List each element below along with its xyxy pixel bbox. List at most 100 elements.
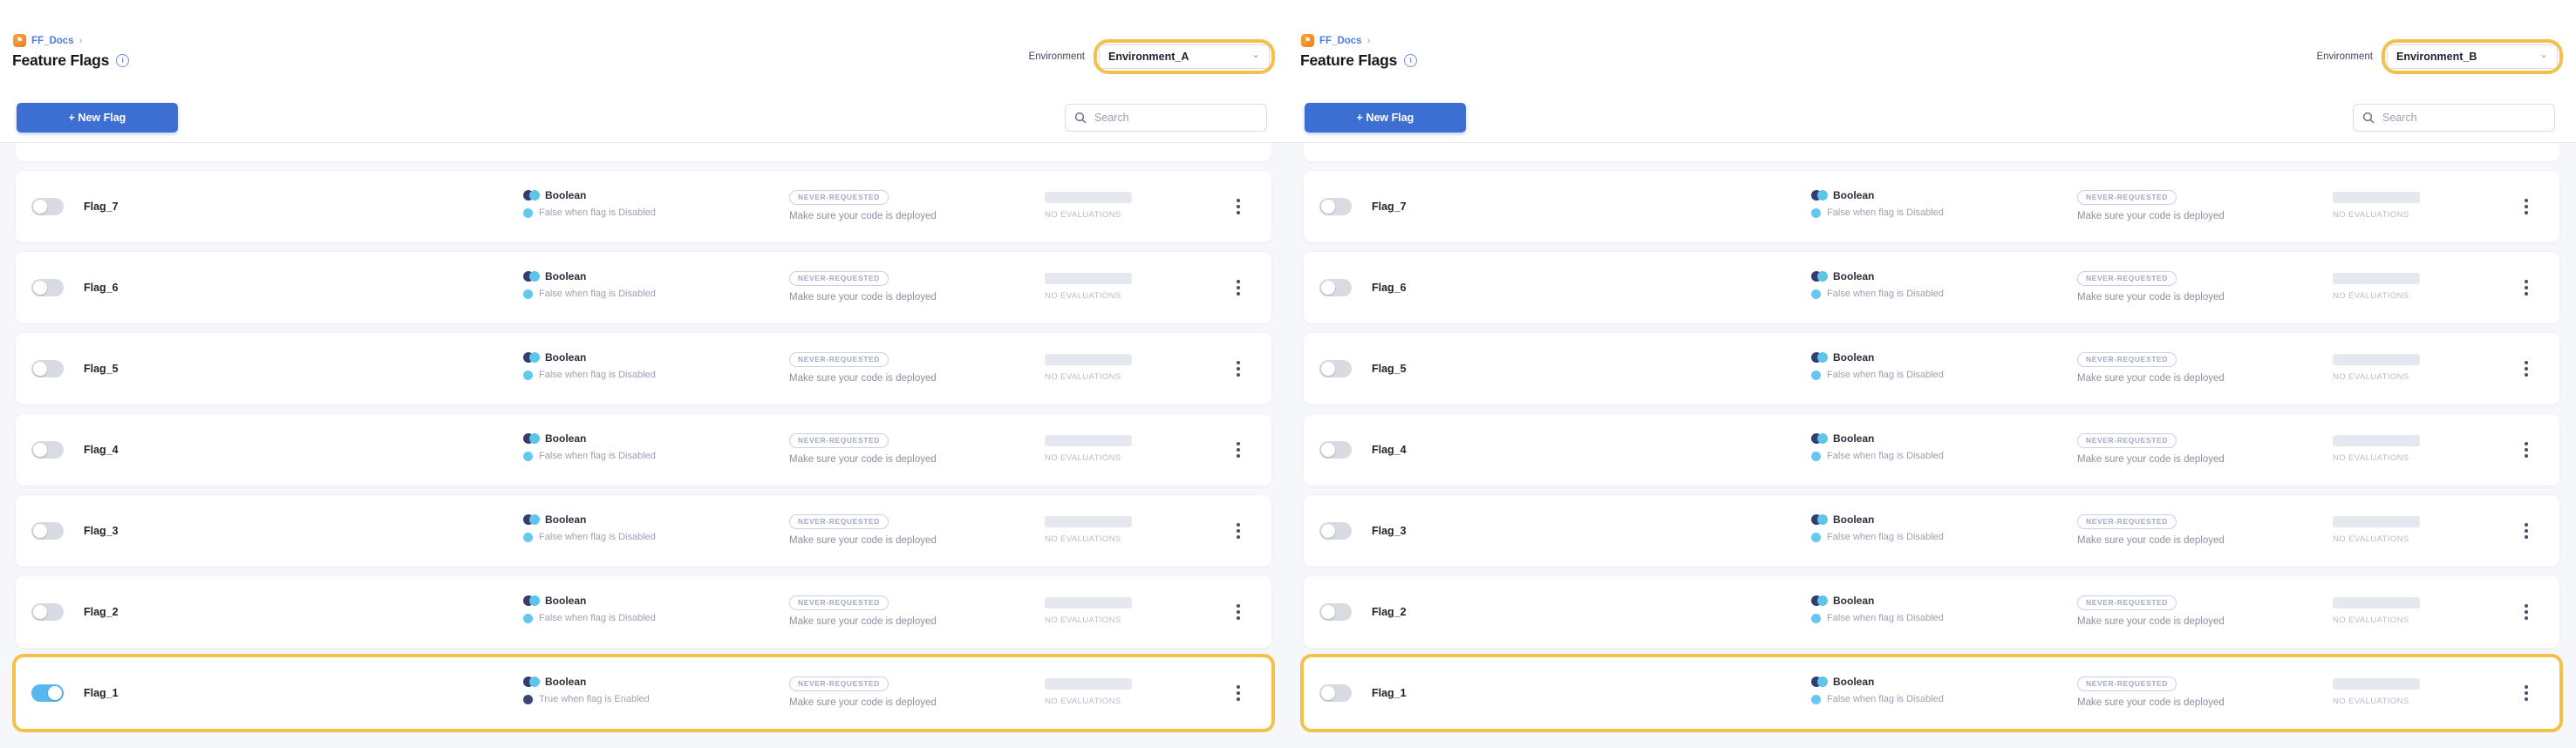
more-options-button[interactable]	[1231, 275, 1245, 300]
flag-type-column: Boolean False when flag is Disabled	[1811, 189, 1944, 218]
variation-dot-icon	[1811, 533, 1821, 542]
flag-name[interactable]: Flag_3	[1372, 525, 1407, 537]
boolean-type-icon	[1811, 271, 1828, 282]
flag-state-column: NEVER-REQUESTED Make sure your code is d…	[789, 188, 937, 221]
flag-name[interactable]: Flag_1	[1372, 687, 1407, 699]
more-options-button[interactable]	[2519, 438, 2533, 462]
partial-flag-row	[1304, 143, 2559, 161]
evaluations-placeholder-bar	[2333, 597, 2420, 609]
more-options-button[interactable]	[1231, 681, 1245, 705]
flag-toggle[interactable]	[1319, 684, 1352, 702]
flag-state-column: NEVER-REQUESTED Make sure your code is d…	[789, 432, 937, 465]
flag-status-label: False when flag is Disabled	[1827, 613, 1944, 623]
breadcrumb: ⚑ FF_Docs ›	[13, 34, 82, 47]
flag-toggle[interactable]	[1319, 522, 1352, 540]
flag-type-label: Boolean	[545, 595, 586, 607]
evaluations-placeholder-bar	[1045, 678, 1132, 690]
flag-name[interactable]: Flag_5	[84, 363, 119, 375]
more-options-button[interactable]	[1231, 438, 1245, 462]
new-flag-button[interactable]: + New Flag	[17, 103, 178, 133]
environment-select[interactable]: Environment_A ⌄	[1099, 44, 1270, 69]
flag-name[interactable]: Flag_3	[84, 525, 119, 537]
chevron-right-icon: ›	[1367, 36, 1371, 46]
flag-name[interactable]: Flag_1	[84, 687, 119, 699]
never-requested-badge: NEVER-REQUESTED	[789, 352, 889, 367]
variation-dot-icon	[1811, 371, 1821, 380]
boolean-type-icon	[1811, 514, 1828, 525]
flag-name[interactable]: Flag_6	[1372, 282, 1407, 294]
flag-type-column: Boolean False when flag is Disabled	[1811, 676, 1944, 704]
flag-name[interactable]: Flag_2	[84, 606, 119, 618]
flag-state-column: NEVER-REQUESTED Make sure your code is d…	[789, 269, 937, 303]
evaluations-column: NO EVALUATIONS	[2333, 354, 2420, 382]
flag-name[interactable]: Flag_4	[84, 444, 119, 456]
more-options-button[interactable]	[2519, 519, 2533, 543]
flag-toggle[interactable]	[31, 279, 64, 296]
more-options-button[interactable]	[2519, 681, 2533, 705]
never-requested-badge: NEVER-REQUESTED	[2077, 190, 2177, 205]
more-options-button[interactable]	[2519, 275, 2533, 300]
more-options-button[interactable]	[1231, 357, 1245, 381]
search-icon	[1074, 112, 1087, 124]
flag-type-column: Boolean False when flag is Disabled	[523, 513, 656, 542]
flag-toggle[interactable]	[1319, 279, 1352, 296]
flag-toggle[interactable]	[31, 360, 64, 377]
more-options-button[interactable]	[2519, 194, 2533, 219]
more-options-button[interactable]	[2519, 600, 2533, 624]
toggle-knob	[33, 200, 47, 214]
flag-toggle[interactable]	[1319, 360, 1352, 377]
flag-toggle[interactable]	[1319, 198, 1352, 215]
flag-name[interactable]: Flag_4	[1372, 444, 1407, 456]
evaluations-column: NO EVALUATIONS	[2333, 435, 2420, 463]
more-options-button[interactable]	[2519, 357, 2533, 381]
flag-name[interactable]: Flag_2	[1372, 606, 1407, 618]
search-input[interactable]	[2381, 111, 2545, 125]
feature-flags-panel: ⚑ FF_Docs › Feature Flags i Environment …	[1288, 0, 2576, 748]
flag-name[interactable]: Flag_7	[84, 201, 119, 213]
more-options-button[interactable]	[1231, 519, 1245, 543]
flag-toggle[interactable]	[31, 603, 64, 621]
evaluations-column: NO EVALUATIONS	[2333, 597, 2420, 625]
boolean-type-icon	[1811, 677, 1828, 687]
boolean-type-icon	[523, 433, 540, 444]
search-box[interactable]	[1065, 104, 1267, 132]
search-input[interactable]	[1093, 111, 1257, 125]
flag-status-label: False when flag is Disabled	[539, 370, 656, 380]
flag-type-label: Boolean	[545, 513, 586, 526]
deploy-hint-label: Make sure your code is deployed	[789, 535, 937, 546]
info-icon[interactable]: i	[1404, 54, 1417, 67]
never-requested-badge: NEVER-REQUESTED	[789, 433, 889, 448]
chevron-down-icon: ⌄	[1251, 50, 1260, 58]
flag-state-column: NEVER-REQUESTED Make sure your code is d…	[789, 350, 937, 384]
flag-toggle[interactable]	[1319, 441, 1352, 459]
environment-select[interactable]: Environment_B ⌄	[2387, 44, 2558, 69]
more-options-button[interactable]	[1231, 194, 1245, 219]
flag-type-label: Boolean	[1833, 189, 1874, 201]
breadcrumb-project-link[interactable]: FF_Docs	[31, 36, 74, 46]
breadcrumb-project-link[interactable]: FF_Docs	[1319, 36, 1362, 46]
flag-toggle[interactable]	[31, 441, 64, 459]
flag-name[interactable]: Flag_5	[1372, 363, 1407, 375]
flag-name[interactable]: Flag_7	[1372, 201, 1407, 213]
flag-toggle[interactable]	[31, 684, 64, 702]
flag-name[interactable]: Flag_6	[84, 282, 119, 294]
more-options-button[interactable]	[1231, 600, 1245, 624]
deploy-hint-label: Make sure your code is deployed	[789, 697, 937, 708]
flag-toggle[interactable]	[1319, 603, 1352, 621]
flag-toggle[interactable]	[31, 198, 64, 215]
flag-row: Flag_2 Boolean False when flag is Disabl…	[1304, 576, 2559, 648]
flag-type-label: Boolean	[1833, 676, 1874, 688]
boolean-type-icon	[523, 514, 540, 525]
flag-type-label: Boolean	[1833, 432, 1874, 445]
new-flag-button[interactable]: + New Flag	[1305, 103, 1466, 133]
flag-toggle[interactable]	[31, 522, 64, 540]
search-box[interactable]	[2353, 104, 2555, 132]
flag-type-label: Boolean	[545, 676, 586, 688]
flag-state-column: NEVER-REQUESTED Make sure your code is d…	[2077, 269, 2225, 303]
flag-row: Flag_1 Boolean False when flag is Disabl…	[1304, 657, 2559, 729]
boolean-type-icon	[1811, 595, 1828, 606]
info-icon[interactable]: i	[116, 54, 129, 67]
flag-row: Flag_4 Boolean False when flag is Disabl…	[16, 414, 1271, 486]
environment-label: Environment	[1028, 51, 1085, 62]
evaluations-column: NO EVALUATIONS	[2333, 678, 2420, 706]
